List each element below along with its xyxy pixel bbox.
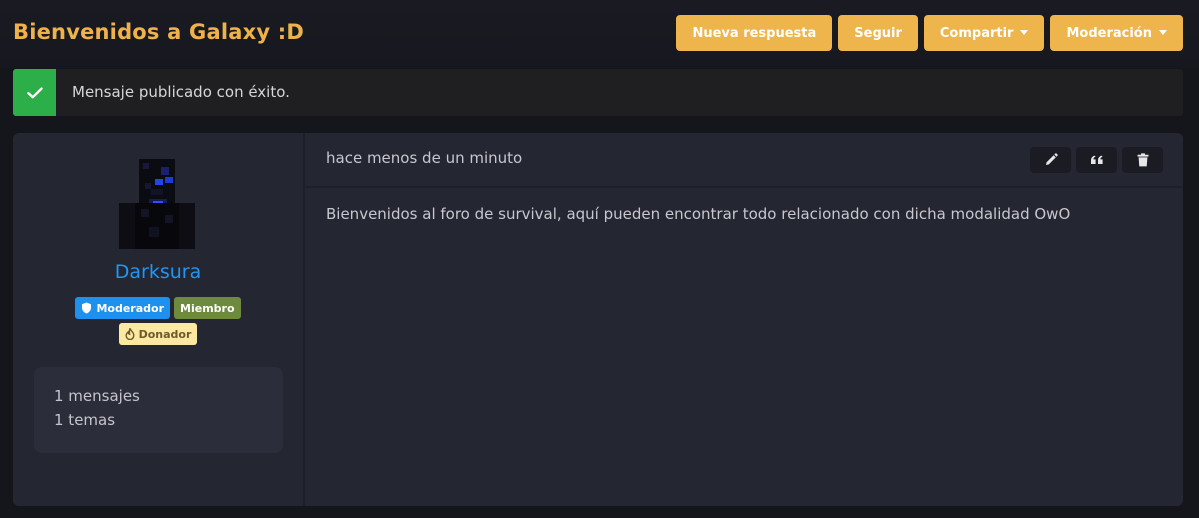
moderation-dropdown-button[interactable]: Moderación bbox=[1050, 15, 1183, 51]
share-label: Compartir bbox=[939, 25, 1014, 41]
post-tools bbox=[1030, 147, 1163, 173]
avatar[interactable] bbox=[115, 159, 199, 251]
member-badge: Miembro bbox=[174, 297, 241, 319]
follow-label: Seguir bbox=[854, 25, 902, 41]
quote-button[interactable] bbox=[1076, 147, 1117, 173]
shield-icon bbox=[82, 302, 92, 314]
thread-actions: Nueva respuesta Seguir Compartir Moderac… bbox=[676, 15, 1183, 51]
fire-icon bbox=[125, 328, 135, 340]
trash-icon bbox=[1137, 153, 1148, 167]
edit-button[interactable] bbox=[1030, 147, 1071, 173]
moderation-label: Moderación bbox=[1066, 25, 1152, 41]
topic-count: 1 temas bbox=[54, 411, 116, 429]
new-reply-label: Nueva respuesta bbox=[692, 25, 817, 41]
member-badge-label: Miembro bbox=[180, 301, 235, 315]
moderator-badge: Moderador bbox=[75, 297, 171, 319]
follow-button[interactable]: Seguir bbox=[838, 15, 918, 51]
donor-badge: Donador bbox=[118, 323, 198, 345]
author-username[interactable]: Darksura bbox=[13, 261, 303, 283]
check-icon bbox=[13, 69, 56, 116]
chevron-down-icon bbox=[1159, 29, 1167, 35]
author-stats: 1 mensajes 1 temas bbox=[34, 367, 283, 453]
thread-title: Bienvenidos a Galaxy :D bbox=[13, 20, 304, 44]
share-dropdown-button[interactable]: Compartir bbox=[923, 15, 1045, 51]
thread-header: Bienvenidos a Galaxy :D Nueva respuesta … bbox=[0, 0, 1199, 68]
chevron-down-icon bbox=[1020, 29, 1029, 35]
alert-message: Mensaje publicado con éxito. bbox=[72, 83, 290, 101]
donor-badge-label: Donador bbox=[138, 327, 192, 341]
moderator-badge-label: Moderador bbox=[96, 301, 165, 315]
delete-button[interactable] bbox=[1122, 147, 1163, 173]
quote-icon bbox=[1090, 155, 1103, 164]
new-reply-button[interactable]: Nueva respuesta bbox=[676, 15, 833, 51]
post-body: Bienvenidos al foro de survival, aquí pu… bbox=[326, 205, 1071, 223]
post-card: Darksura Moderador Miembro Donador 1 men… bbox=[13, 133, 1183, 506]
success-alert: Mensaje publicado con éxito. bbox=[13, 69, 1183, 116]
message-count: 1 mensajes bbox=[54, 387, 140, 405]
author-badges: Moderador Miembro Donador bbox=[13, 297, 303, 345]
post-content: hace menos de un minuto Bienvenidos al f… bbox=[305, 133, 1183, 506]
post-timestamp: hace menos de un minuto bbox=[326, 149, 523, 167]
post-author: Darksura Moderador Miembro Donador 1 men… bbox=[13, 133, 303, 506]
pencil-icon bbox=[1045, 153, 1058, 165]
header-divider bbox=[305, 186, 1183, 188]
